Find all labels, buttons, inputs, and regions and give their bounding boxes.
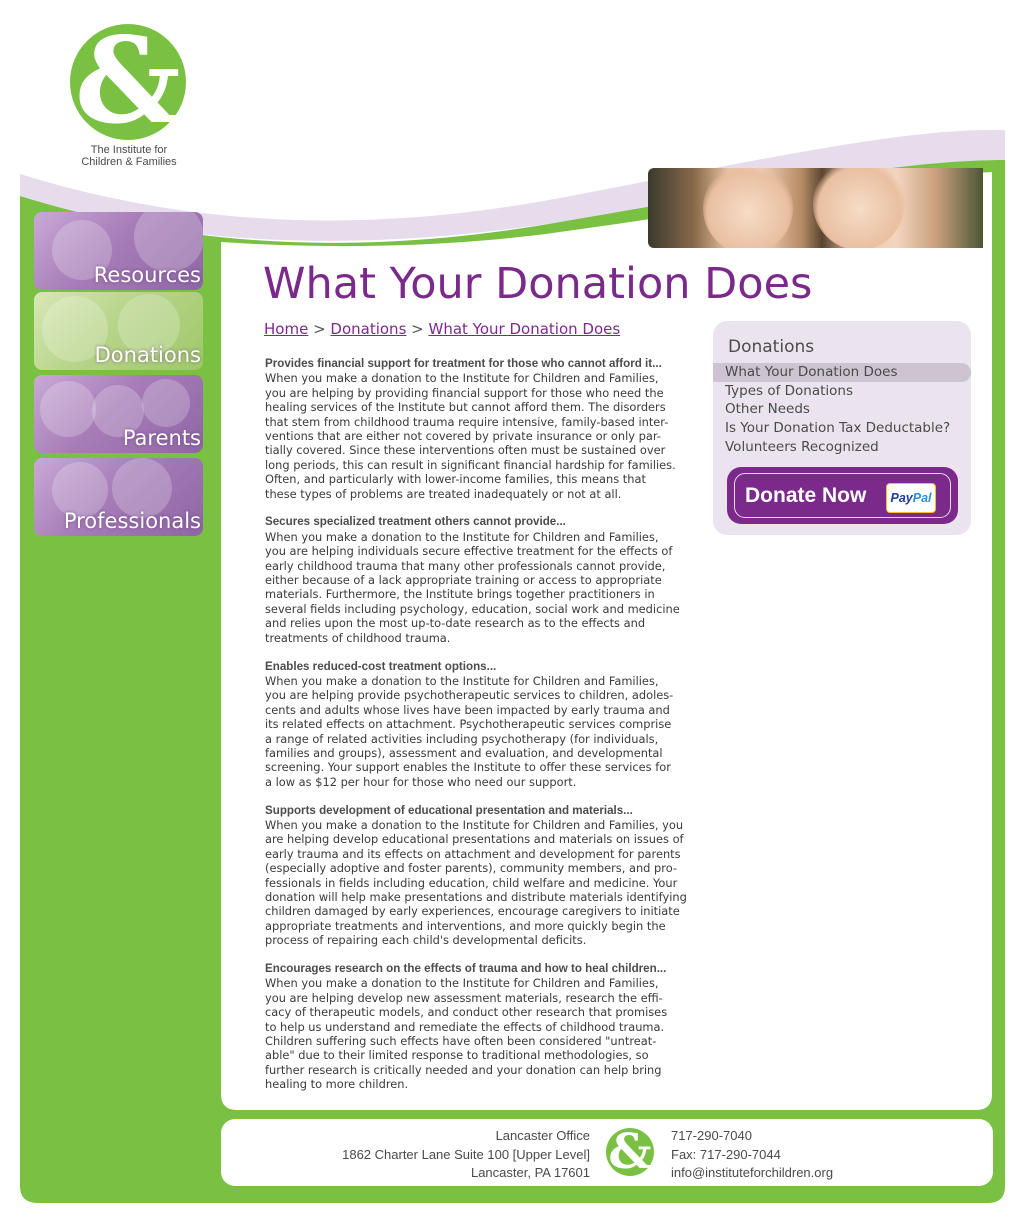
- donate-label: Donate Now: [745, 484, 867, 507]
- nav-professionals[interactable]: Professionals: [34, 458, 203, 536]
- section-heading: Provides financial support for treatment…: [265, 357, 662, 370]
- breadcrumb-donations-link[interactable]: Donations: [330, 320, 406, 338]
- donations-sidebar: Donations What Your Donation Does Types …: [713, 321, 971, 535]
- nav-donations[interactable]: Donations: [34, 292, 203, 370]
- section-text: When you make a donation to the Institut…: [265, 976, 668, 1092]
- nav-label: Professionals: [63, 509, 201, 533]
- logo-line-2: Children & Families: [81, 156, 177, 168]
- article-body: Provides financial support for treatment…: [265, 357, 705, 1106]
- section-heading: Secures specialized treatment others can…: [265, 515, 566, 529]
- donate-button-border: Donate Now PayPal: [734, 473, 951, 518]
- footer-address-line-2: Lancaster, PA 17601: [470, 1165, 590, 1180]
- breadcrumb-home-link[interactable]: Home: [264, 320, 308, 338]
- page-title: What Your Donation Does: [263, 259, 813, 309]
- article-section: Supports development of educational pres…: [265, 804, 705, 948]
- breadcrumb-current-link[interactable]: What Your Donation Does: [429, 320, 621, 338]
- sidebar-item-types-of-donations[interactable]: Types of Donations: [713, 382, 971, 401]
- logo-line-1: The Institute for: [90, 144, 168, 156]
- section-text: When you make a donation to the Institut…: [265, 529, 680, 645]
- section-text: When you make a donation to the Institut…: [265, 673, 674, 789]
- sidebar-title: Donations: [728, 337, 815, 357]
- article-section: Secures specialized treatment others can…: [265, 515, 705, 645]
- nav-label: Donations: [94, 343, 201, 367]
- article-section: Encourages research on the effects of tr…: [265, 962, 705, 1092]
- sidebar-item-what-your-donation-does[interactable]: What Your Donation Does: [713, 363, 971, 382]
- photo-shape: [142, 379, 190, 427]
- ampersand-logo-icon: &: [74, 11, 182, 150]
- donate-now-button[interactable]: Donate Now PayPal: [727, 467, 958, 524]
- article-section: Provides financial support for treatment…: [265, 357, 705, 501]
- logo-text: The Institute for Children & Families: [58, 144, 200, 168]
- footer-office: Lancaster Office: [495, 1128, 590, 1143]
- nav-parents[interactable]: Parents: [34, 375, 203, 453]
- footer: Lancaster Office 1862 Charter Lane Suite…: [221, 1119, 993, 1186]
- sidebar-item-other-needs[interactable]: Other Needs: [713, 400, 971, 419]
- footer-email-link[interactable]: info@instituteforchildren.org: [671, 1164, 833, 1183]
- breadcrumb-separator: >: [308, 320, 331, 338]
- parents-photo-icon: [40, 381, 96, 437]
- section-heading: Enables reduced-cost treatment options..…: [265, 659, 497, 673]
- paypal-pay-text: Pay: [890, 491, 913, 505]
- paypal-icon: PayPal: [886, 483, 936, 513]
- paypal-pal-text: Pal: [912, 491, 932, 505]
- nav-resources[interactable]: Resources: [34, 212, 203, 290]
- breadcrumb: Home > Donations > What Your Donation Do…: [264, 319, 620, 339]
- breadcrumb-separator: >: [406, 320, 429, 338]
- site-logo[interactable]: & The Institute for Children & Families: [58, 11, 208, 170]
- footer-address-line-1: 1862 Charter Lane Suite 100 [Upper Level…: [342, 1146, 590, 1162]
- footer-phone: 717-290-7040: [671, 1128, 752, 1143]
- footer-ampersand-logo-icon: &: [606, 1124, 654, 1180]
- footer-fax: Fax: 717-290-7044: [671, 1146, 781, 1162]
- header-kids-photo: [648, 168, 983, 248]
- article-section: Enables reduced-cost treatment options..…: [265, 660, 705, 790]
- footer-contact: 717-290-7040 Fax: 717-290-7044 info@inst…: [671, 1127, 833, 1183]
- footer-logo-glyph: &: [608, 1124, 652, 1180]
- section-heading: Encourages research on the effects of tr…: [265, 962, 667, 975]
- sidebar-item-tax-deductable[interactable]: Is Your Donation Tax Deductable?: [713, 419, 971, 438]
- nav-label: Resources: [93, 263, 201, 287]
- sidebar-menu: What Your Donation Does Types of Donatio…: [713, 363, 971, 456]
- section-text: When you make a donation to the Institut…: [265, 817, 687, 948]
- sidebar-item-volunteers-recognized[interactable]: Volunteers Recognized: [713, 438, 971, 457]
- footer-address: Lancaster Office 1862 Charter Lane Suite…: [342, 1127, 590, 1183]
- section-heading: Supports development of educational pres…: [265, 803, 633, 817]
- section-text: When you make a donation to the Institut…: [265, 371, 676, 501]
- nav-label: Parents: [122, 426, 201, 450]
